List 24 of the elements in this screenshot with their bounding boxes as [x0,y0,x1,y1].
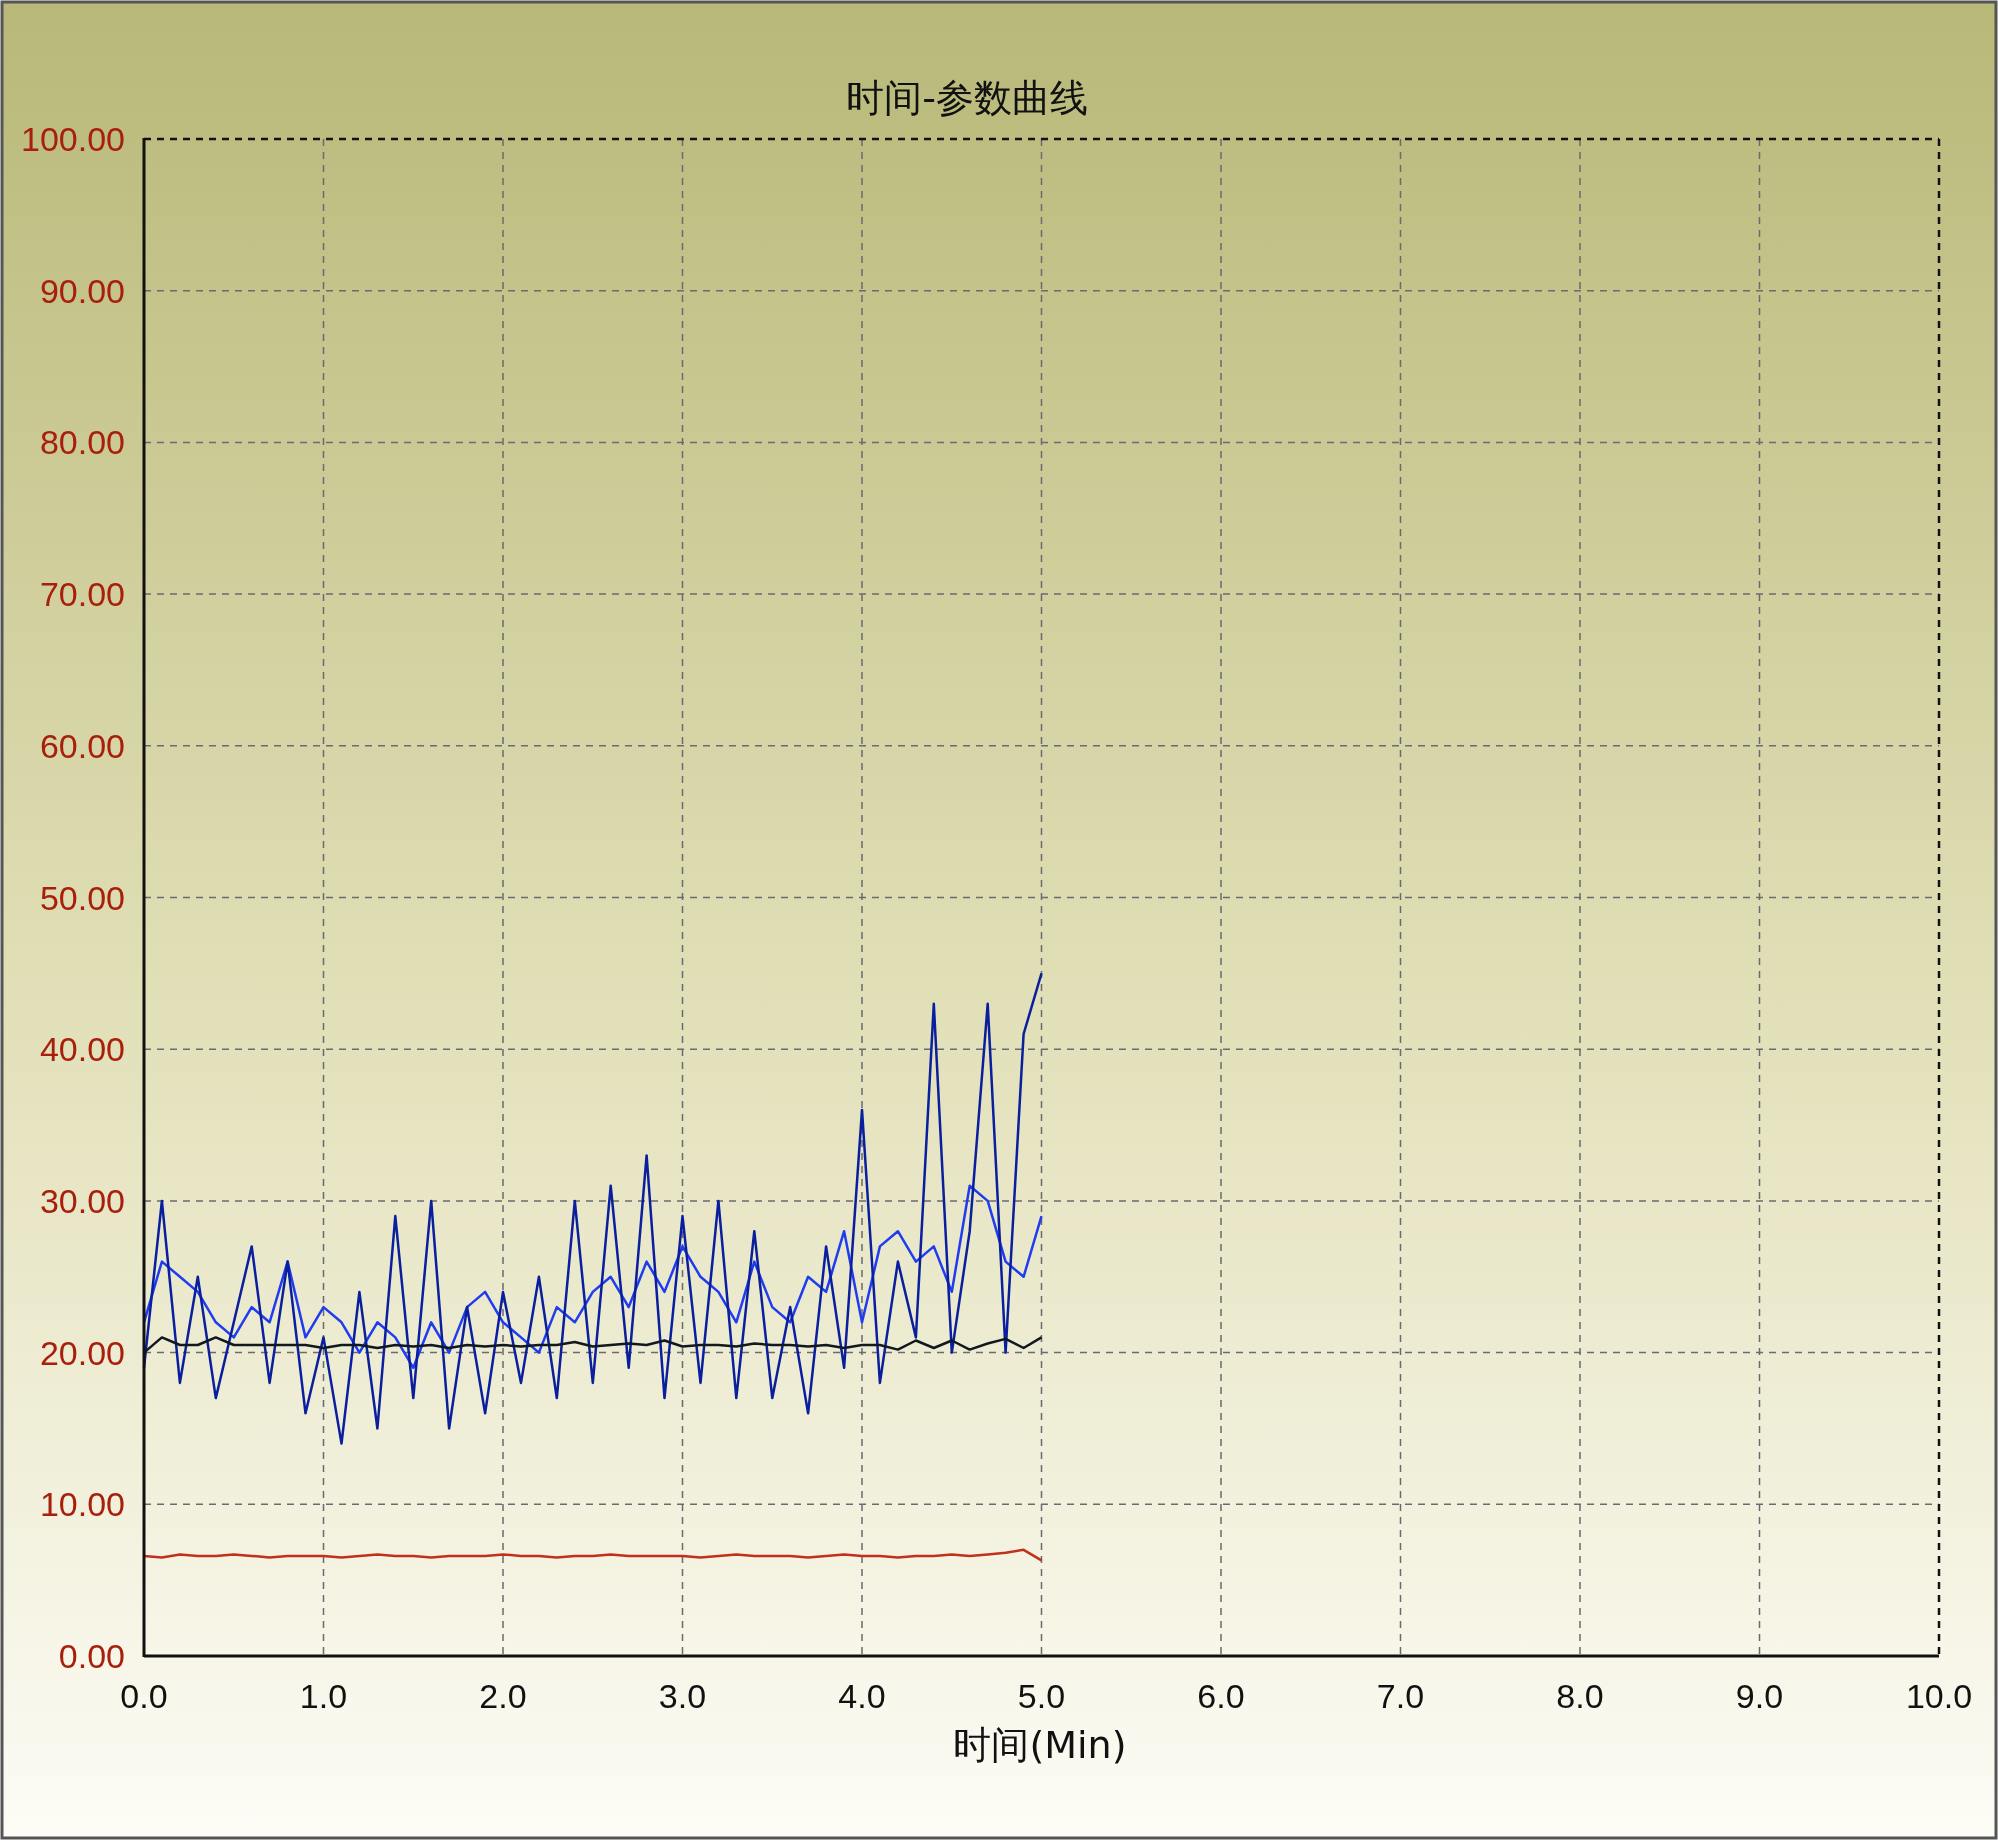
y-tick-label: 60.00 [39,726,125,765]
x-tick-label: 9.0 [1735,1677,1784,1715]
x-tick-label: 5.0 [1017,1677,1066,1715]
x-tick-label: 10.0 [1905,1677,1973,1715]
x-tick-label: 6.0 [1197,1677,1245,1715]
y-tick-label: 70.00 [39,575,125,614]
y-tick-label: 10.00 [39,1485,125,1524]
y-tick-label: 50.00 [39,878,125,917]
y-tick-label: 90.00 [39,271,125,310]
chart-title: 时间-参数曲线 [846,76,1088,120]
x-tick-label: 0.0 [120,1677,168,1715]
x-tick-label: 7.0 [1376,1677,1425,1715]
y-tick-label: 40.00 [39,1030,125,1069]
x-tick-label: 4.0 [838,1677,886,1715]
y-tick-label: 30.00 [39,1181,125,1220]
x-tick-label: 3.0 [658,1677,707,1715]
y-tick-label: 20.00 [39,1333,125,1372]
x-tick-label: 1.0 [299,1677,348,1715]
y-tick-label: 80.00 [39,423,125,462]
x-axis-title: 时间(Min) [953,1723,1127,1767]
x-tick-label: 2.0 [479,1677,527,1715]
y-tick-label: 0.00 [58,1637,125,1675]
y-tick-label: 100.00 [21,120,125,158]
x-tick-label: 8.0 [1556,1677,1604,1715]
